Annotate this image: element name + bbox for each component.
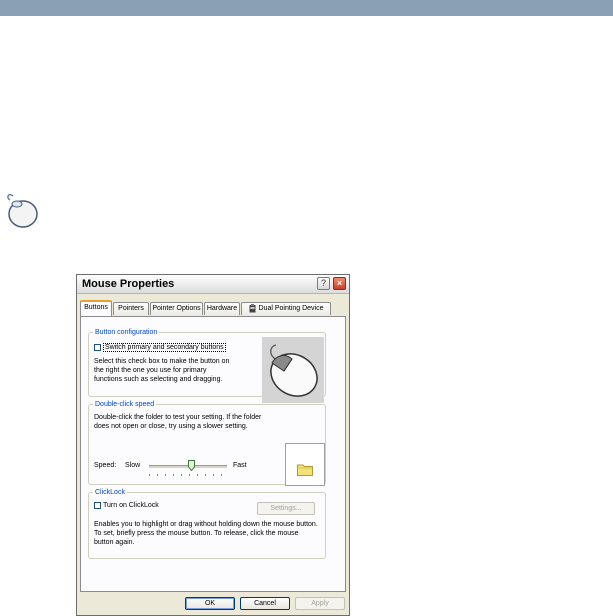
clicklock-legend: ClickLock — [95, 489, 125, 496]
mouse-preview-icon — [262, 337, 324, 403]
switch-buttons-label[interactable]: Switch primary and secondary buttons — [103, 343, 226, 352]
dialog-title: Mouse Properties — [82, 278, 175, 290]
tab-pointer-options[interactable]: Pointer Options — [150, 302, 203, 315]
double-click-speed-group: Double-click speed Double-click the fold… — [88, 401, 326, 486]
button-configuration-group: Button configuration Switch primary and … — [88, 329, 326, 403]
mouse-icon — [7, 193, 38, 228]
tab-buttons[interactable]: Buttons — [80, 300, 112, 316]
device-icon — [249, 303, 255, 313]
double-click-speed-legend: Double-click speed — [95, 401, 155, 408]
clicklock-description: Enables you to highlight or drag without… — [94, 521, 318, 546]
speed-slider-thumb[interactable] — [188, 460, 196, 471]
tab-dual-pointing-device[interactable]: Dual Pointing Device — [241, 302, 331, 315]
tab-pointers[interactable]: Pointers — [113, 302, 149, 315]
title-bar[interactable]: Mouse Properties ? × — [77, 275, 349, 294]
page-header-bar — [0, 0, 613, 16]
speed-label: Speed: — [94, 462, 117, 469]
clicklock-settings-button[interactable]: Settings... — [257, 502, 315, 515]
clicklock-group: ClickLock Turn on ClickLock Settings... … — [88, 489, 326, 559]
ok-button[interactable]: OK — [185, 597, 235, 610]
switch-buttons-checkbox[interactable] — [94, 344, 101, 351]
tab-hardware[interactable]: Hardware — [204, 302, 240, 315]
speed-slider-ticks — [149, 474, 227, 476]
tab-dual-pointing-device-label: Dual Pointing Device — [258, 305, 324, 312]
cancel-button[interactable]: Cancel — [240, 597, 290, 610]
button-configuration-legend: Button configuration — [95, 329, 158, 336]
help-button[interactable]: ? — [317, 277, 330, 290]
clicklock-checkbox[interactable] — [94, 502, 101, 509]
close-button[interactable]: × — [333, 277, 346, 290]
slow-label: Slow — [125, 462, 141, 469]
mouse-properties-dialog: Mouse Properties ? × Buttons Pointers Po… — [76, 274, 350, 616]
clicklock-label[interactable]: Turn on ClickLock — [103, 501, 159, 510]
test-folder-area[interactable] — [285, 443, 325, 486]
button-configuration-description: Select this check box to make the button… — [94, 358, 230, 383]
fast-label: Fast — [233, 462, 247, 469]
double-click-description: Double-click the folder to test your set… — [94, 414, 262, 430]
apply-button[interactable]: Apply — [295, 597, 345, 610]
folder-icon[interactable] — [297, 463, 313, 476]
buttons-tab-panel: Button configuration Switch primary and … — [80, 316, 346, 592]
